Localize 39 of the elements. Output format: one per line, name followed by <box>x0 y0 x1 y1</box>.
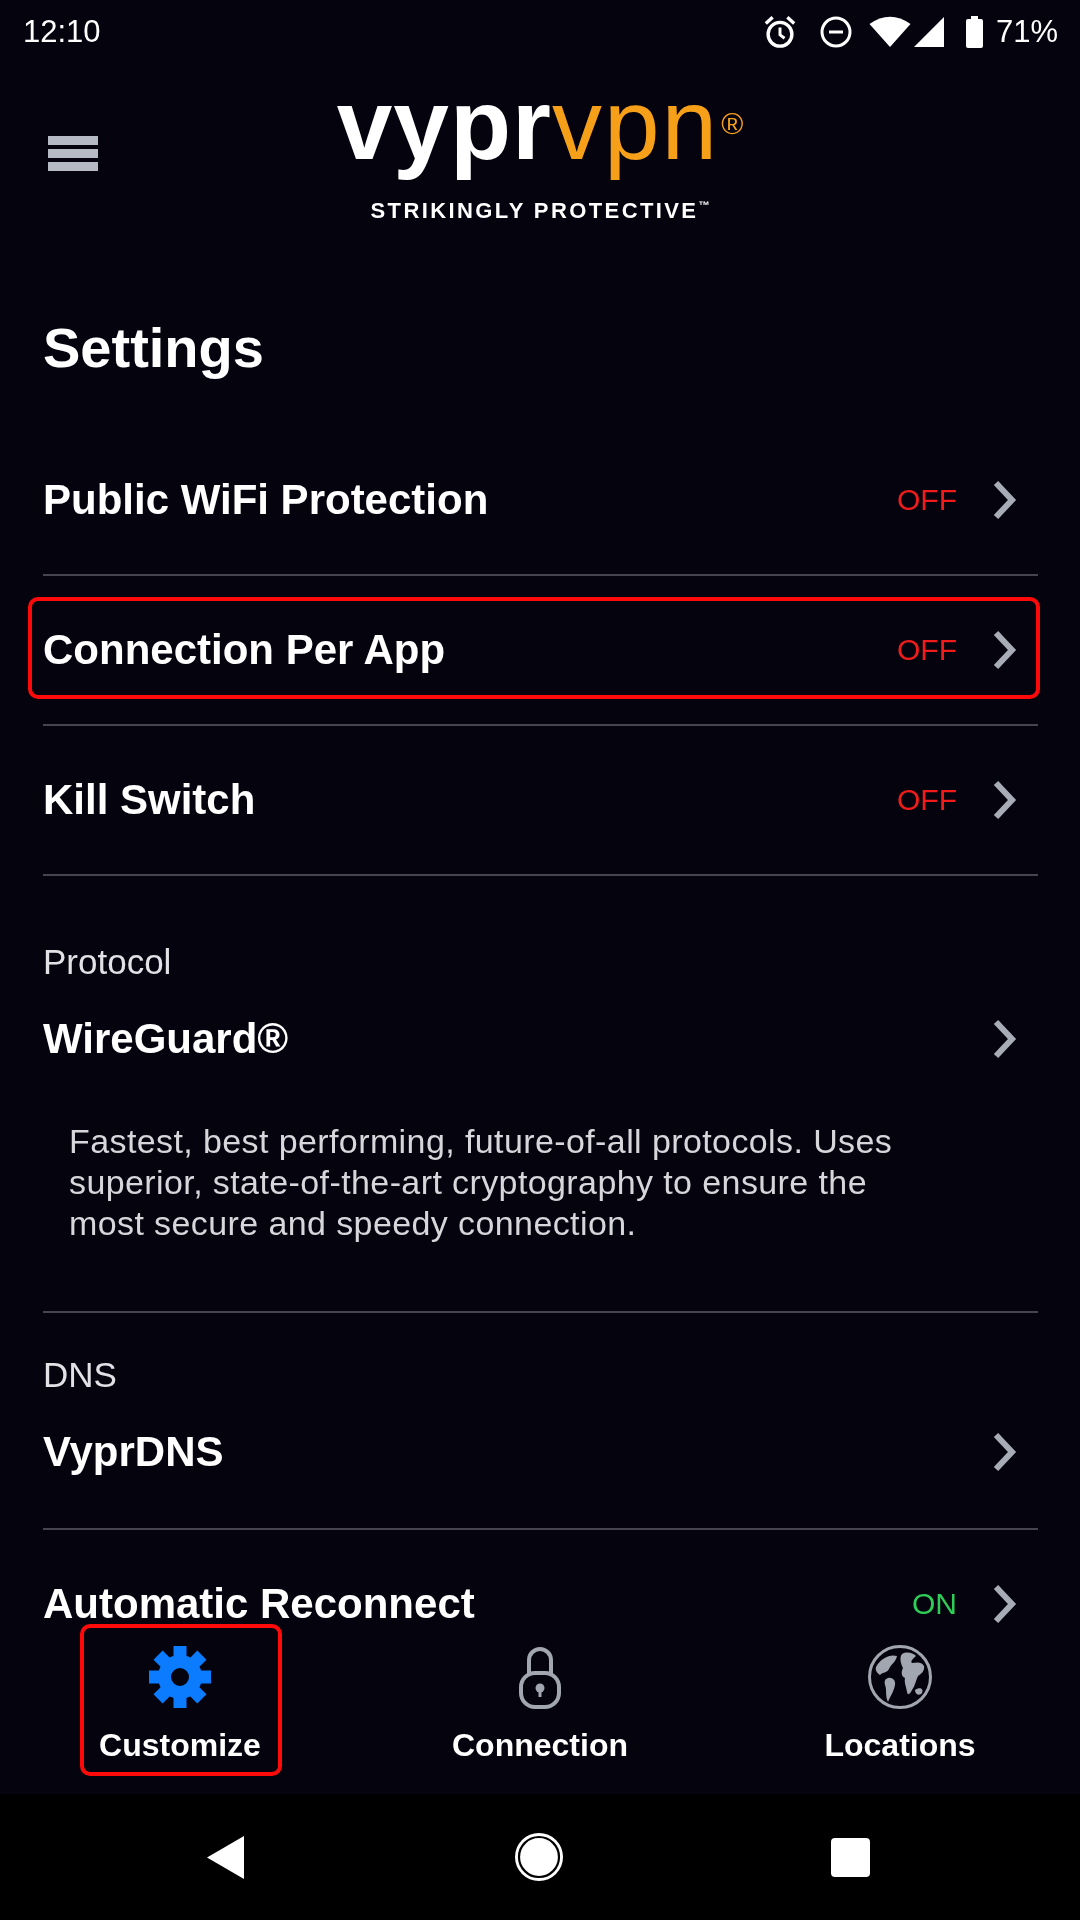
section-label: Protocol <box>43 941 172 983</box>
status-value: OFF <box>897 782 957 818</box>
chevron-right-icon <box>993 1019 1019 1059</box>
gear-icon <box>148 1645 212 1709</box>
setting-title[interactable]: WireGuard® <box>43 1013 289 1065</box>
chevron-right-icon <box>993 780 1019 820</box>
alarm-icon <box>763 15 796 49</box>
page-title: Settings <box>43 316 264 380</box>
setting-title[interactable]: Kill Switch <box>43 774 256 826</box>
setting-title[interactable]: Public WiFi Protection <box>43 474 489 526</box>
section-label: DNS <box>43 1354 117 1396</box>
setting-title[interactable]: Automatic Reconnect <box>43 1578 475 1630</box>
nav-tab[interactable]: Customize <box>80 1630 280 1773</box>
chevron-right-icon <box>993 630 1019 670</box>
nav-tab[interactable]: Connection <box>440 1630 640 1773</box>
logo-tagline: STRIKINGLY PROTECTIVE$^{™}$ <box>370 198 710 224</box>
battery-icon <box>964 16 984 48</box>
padlock-icon <box>518 1645 562 1709</box>
menu-icon[interactable] <box>48 136 98 171</box>
back-icon[interactable] <box>207 1835 244 1879</box>
globe-icon <box>868 1645 932 1709</box>
setting-title[interactable]: VyprDNS <box>43 1426 224 1478</box>
battery-percent: 71% <box>995 14 1058 50</box>
logo-wordmark: vyprvpn$^{®}$ <box>336 67 744 182</box>
status-value: OFF <box>897 482 957 518</box>
status-time: 12:10 <box>23 14 101 50</box>
status-value: ON <box>912 1586 957 1622</box>
setting-description: Fastest, best performing, future-of-all protocols. Uses superior, state-of-the-art cryptography to ensure the most secure and speedy connection. <box>69 1121 894 1244</box>
do-not-disturb-icon <box>819 16 852 48</box>
setting-title[interactable]: Connection Per App <box>43 624 446 676</box>
home-icon[interactable] <box>515 1833 563 1881</box>
status-value: OFF <box>897 632 957 668</box>
nav-tab[interactable]: Locations <box>800 1630 1000 1773</box>
recents-icon[interactable] <box>831 1837 870 1877</box>
signal-icon <box>912 16 945 48</box>
chevron-right-icon <box>993 480 1019 520</box>
chevron-right-icon <box>993 1584 1019 1624</box>
chevron-right-icon <box>993 1432 1019 1472</box>
wifi-icon <box>868 16 911 48</box>
